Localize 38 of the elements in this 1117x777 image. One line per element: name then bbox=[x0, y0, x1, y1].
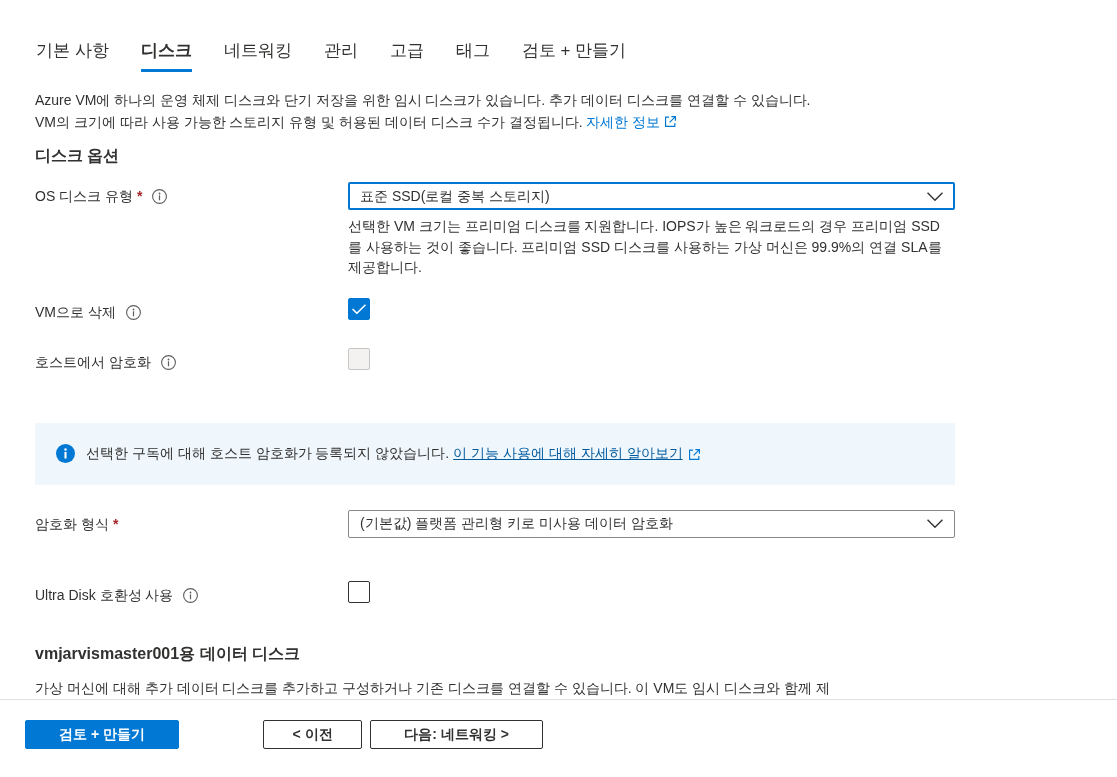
info-icon[interactable] bbox=[183, 587, 199, 603]
notice-text: 선택한 구독에 대해 호스트 암호화가 등록되지 않았습니다. 이 기능 사용에 대해 자세히 알아보기 bbox=[86, 443, 700, 464]
learn-more-link[interactable]: 자세한 정보 bbox=[586, 114, 677, 130]
description-text: Azure VM에 하나의 운영 체제 디스크와 단기 저장을 위한 임시 디스크가 있습니다. 추가 데이터 디스크를 연결할 수 있습니다. VM의 크기에 따라 사용 가능한 스토리지 유형 및 허용된 데이터 디스크 수가 결정됩니다. 자세한 정보 bbox=[35, 91, 812, 132]
info-icon[interactable] bbox=[152, 189, 168, 204]
checkbox[interactable] bbox=[348, 580, 370, 603]
description-text: 가상 머신에 대해 추가 데이터 디스크를 추가하고 구성하거나 기존 디스크를 연결할 수 있습니다. 이 VM도 임시 디스크와 함께 제 bbox=[35, 678, 831, 698]
field-label: 암호화 형식 bbox=[35, 514, 109, 534]
required-asterisk: * bbox=[112, 514, 119, 534]
tab[interactable]: 기본 사항 bbox=[36, 40, 109, 72]
help-text: 선택한 VM 크기는 프리미엄 디스크를 지원합니다. IOPS가 높은 워크로드의 경우 프리미엄 SSD를 사용하는 것이 좋습니다. 프리미엄 SSD 디스크를 사용하는 가상 머신은 99.9%의 연결 SLA를 제공합니다. bbox=[348, 217, 943, 277]
section-heading: 디스크 옵션 bbox=[35, 146, 121, 166]
checkmark-icon bbox=[352, 303, 366, 314]
secondary-button[interactable]: 다음: 네트워킹 > bbox=[370, 720, 543, 749]
external-link-icon bbox=[665, 116, 677, 127]
dropdown[interactable]: (기본값) 플랫폼 관리형 키로 미사용 데이터 암호화 bbox=[348, 509, 955, 538]
info-icon bbox=[56, 444, 75, 463]
dropdown[interactable]: 표준 SSD(로컬 중복 스토리지) bbox=[348, 182, 955, 210]
learn-more-link[interactable]: 이 기능 사용에 대해 자세히 알아보기 bbox=[453, 445, 683, 461]
chevron-down-icon bbox=[927, 191, 943, 201]
field-label: VM으로 삭제 bbox=[35, 302, 116, 322]
field-label: 호스트에서 암호화 bbox=[35, 352, 151, 372]
checkbox[interactable] bbox=[348, 297, 370, 320]
tab[interactable]: 태그 bbox=[455, 40, 490, 72]
tab[interactable]: 고급 bbox=[389, 40, 424, 72]
field-label: Ultra Disk 호환성 사용 bbox=[35, 585, 174, 605]
tab[interactable]: 검토 + 만들기 bbox=[521, 40, 627, 72]
secondary-button[interactable]: < 이전 bbox=[263, 720, 362, 749]
primary-button[interactable]: 검토 + 만들기 bbox=[25, 720, 179, 749]
tab[interactable]: 관리 bbox=[323, 40, 358, 72]
chevron-down-icon bbox=[927, 519, 943, 528]
info-icon[interactable] bbox=[125, 304, 141, 320]
field-label: OS 디스크 유형 bbox=[35, 187, 133, 206]
tab[interactable]: 디스크 bbox=[140, 40, 192, 72]
section-heading: vmjarvismaster001용 데이터 디스크 bbox=[35, 643, 301, 664]
tab[interactable]: 네트워킹 bbox=[223, 40, 292, 72]
required-asterisk: * bbox=[137, 187, 143, 206]
external-link-icon bbox=[688, 448, 700, 460]
